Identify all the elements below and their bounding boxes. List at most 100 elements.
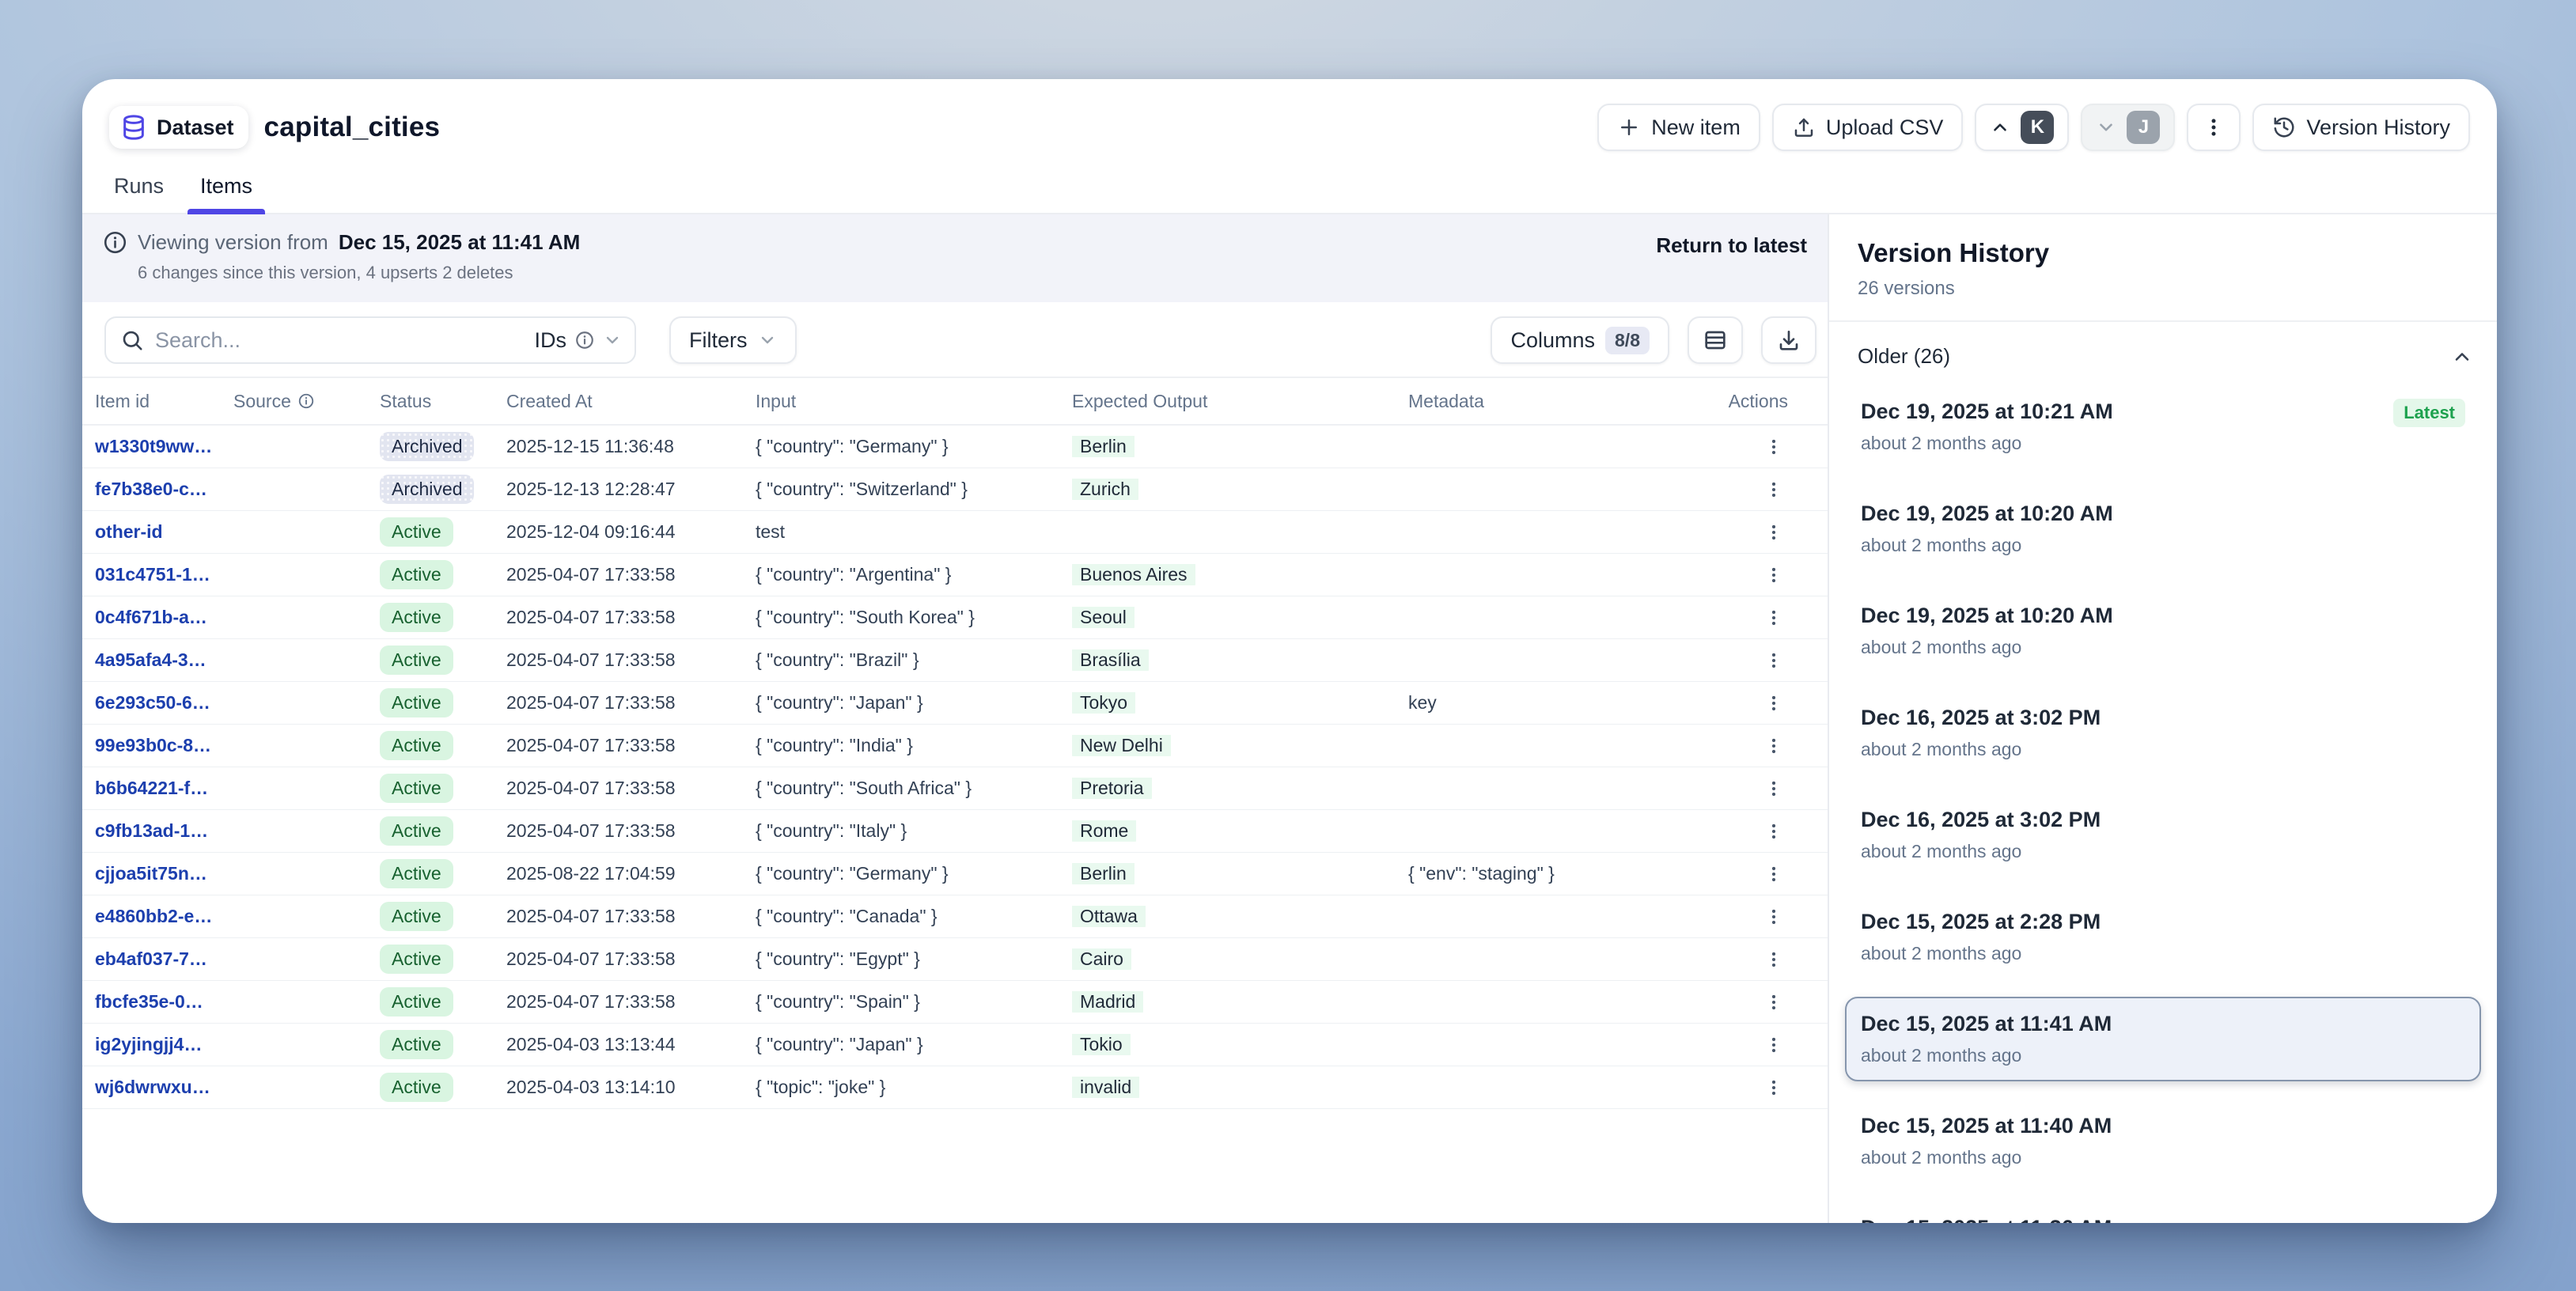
- table-row[interactable]: c9fb13ad-18ff... Active 2025-04-07 17:33…: [82, 810, 1828, 853]
- item-id-link[interactable]: 0c4f671b-ac5...: [95, 607, 222, 628]
- version-list-item[interactable]: Dec 15, 2025 at 11:41 AM about 2 months …: [1845, 997, 2481, 1081]
- version-date: Dec 16, 2025 at 3:02 PM: [1861, 706, 2465, 730]
- row-layout-button[interactable]: [1688, 316, 1743, 364]
- version-list-item[interactable]: Dec 16, 2025 at 3:02 PM about 2 months a…: [1845, 793, 2481, 877]
- item-id-link[interactable]: ig2yjingjj4hql...: [95, 1034, 222, 1055]
- window-header: Dataset capital_cities New item Upload C…: [82, 79, 2497, 155]
- item-id-link[interactable]: wj6dwrwxu6j...: [95, 1077, 222, 1098]
- upload-csv-button[interactable]: Upload CSV: [1772, 104, 1964, 151]
- table-row[interactable]: fe7b38e0-ca4... Archived 2025-12-13 12:2…: [82, 468, 1828, 511]
- kebab-menu-icon: [1763, 992, 1784, 1013]
- table-row[interactable]: 031c4751-13... Active 2025-04-07 17:33:5…: [82, 554, 1828, 596]
- version-relative-time: about 2 months ago: [1861, 943, 2465, 964]
- version-list-item[interactable]: Dec 15, 2025 at 11:40 AM about 2 months …: [1845, 1099, 2481, 1183]
- table-row[interactable]: cjjoa5it75n3jr... Active 2025-08-22 17:0…: [82, 853, 1828, 895]
- version-history-button[interactable]: Version History: [2252, 104, 2470, 151]
- item-id-link[interactable]: fe7b38e0-ca4...: [95, 479, 222, 500]
- item-id-link[interactable]: e4860bb2-e4...: [95, 906, 222, 927]
- row-actions-button[interactable]: [1753, 899, 1794, 934]
- table-row[interactable]: other-id Active 2025-12-04 09:16:44 test: [82, 511, 1828, 554]
- table-row[interactable]: w1330t9ww1a... Archived 2025-12-15 11:36…: [82, 426, 1828, 468]
- version-list-item[interactable]: Dec 15, 2025 at 2:28 PM about 2 months a…: [1845, 895, 2481, 979]
- row-actions-button[interactable]: [1753, 985, 1794, 1020]
- version-list-item[interactable]: Dec 19, 2025 at 10:20 AM about 2 months …: [1845, 589, 2481, 673]
- kebab-menu-icon: [1763, 736, 1784, 756]
- tab-items[interactable]: Items: [199, 166, 254, 213]
- item-id-link[interactable]: cjjoa5it75n3jr...: [95, 863, 222, 884]
- status-badge: Active: [380, 859, 453, 888]
- created-at-cell: 2025-12-13 12:28:47: [506, 479, 756, 500]
- row-actions-button[interactable]: [1753, 430, 1794, 464]
- item-id-link[interactable]: c9fb13ad-18ff...: [95, 820, 222, 842]
- table-row[interactable]: wj6dwrwxu6j... Active 2025-04-03 13:14:1…: [82, 1066, 1828, 1109]
- history-icon: [2272, 115, 2296, 139]
- dataset-pill: Dataset: [109, 106, 248, 149]
- tab-runs[interactable]: Runs: [112, 166, 165, 213]
- row-actions-button[interactable]: [1753, 729, 1794, 763]
- row-actions-button[interactable]: [1753, 643, 1794, 678]
- row-actions-button[interactable]: [1753, 558, 1794, 592]
- row-actions-button[interactable]: [1753, 600, 1794, 635]
- columns-button[interactable]: Columns 8/8: [1491, 316, 1669, 364]
- return-to-latest-link[interactable]: Return to latest: [1656, 233, 1807, 258]
- version-list-item[interactable]: Dec 15, 2025 at 11:36 AM about 2 months …: [1845, 1201, 2481, 1223]
- item-id-link[interactable]: fbcfe35e-0c8...: [95, 991, 222, 1013]
- row-actions-button[interactable]: [1753, 1028, 1794, 1062]
- row-actions-button[interactable]: [1753, 857, 1794, 892]
- older-group-toggle[interactable]: Older (26): [1829, 322, 2497, 375]
- table-row[interactable]: eb4af037-791... Active 2025-04-07 17:33:…: [82, 938, 1828, 981]
- version-list-item[interactable]: Dec 19, 2025 at 10:20 AM about 2 months …: [1845, 486, 2481, 571]
- kebab-menu-icon: [1763, 693, 1784, 714]
- user-k-button[interactable]: K: [1975, 104, 2069, 151]
- new-item-button[interactable]: New item: [1597, 104, 1760, 151]
- item-id-link[interactable]: 6e293c50-6b...: [95, 692, 222, 714]
- filters-chevron-down-icon: [758, 331, 777, 350]
- table-row[interactable]: 4a95afa4-3b... Active 2025-04-07 17:33:5…: [82, 639, 1828, 682]
- expected-output-value: invalid: [1072, 1077, 1139, 1098]
- row-actions-button[interactable]: [1753, 472, 1794, 507]
- column-header-metadata: Metadata: [1408, 391, 1725, 412]
- item-id-link[interactable]: eb4af037-791...: [95, 948, 222, 970]
- version-date: Dec 19, 2025 at 10:20 AM: [1861, 502, 2465, 526]
- table-row[interactable]: ig2yjingjj4hql... Active 2025-04-03 13:1…: [82, 1024, 1828, 1066]
- table-row[interactable]: e4860bb2-e4... Active 2025-04-07 17:33:5…: [82, 895, 1828, 938]
- row-actions-button[interactable]: [1753, 771, 1794, 806]
- created-at-cell: 2025-12-04 09:16:44: [506, 521, 756, 543]
- item-id-link[interactable]: 4a95afa4-3b...: [95, 649, 222, 671]
- item-id-link[interactable]: 031c4751-13...: [95, 564, 222, 585]
- created-at-cell: 2025-04-07 17:33:58: [506, 991, 756, 1013]
- version-list-item[interactable]: Dec 16, 2025 at 3:02 PM about 2 months a…: [1845, 691, 2481, 775]
- ids-label: IDs: [535, 328, 567, 353]
- user-j-button[interactable]: J: [2081, 104, 2175, 151]
- row-actions-button[interactable]: [1753, 515, 1794, 550]
- table-row[interactable]: 99e93b0c-88... Active 2025-04-07 17:33:5…: [82, 725, 1828, 767]
- item-id-link[interactable]: w1330t9ww1a...: [95, 436, 222, 457]
- version-list: Dec 19, 2025 at 10:21 AM about 2 months …: [1829, 375, 2497, 1223]
- version-history-panel: Version History 26 versions Older (26) D…: [1828, 214, 2497, 1223]
- row-actions-button[interactable]: [1753, 686, 1794, 721]
- status-badge: Active: [380, 646, 453, 675]
- search-box[interactable]: IDs: [104, 316, 636, 364]
- table-row[interactable]: b6b64221-f9... Active 2025-04-07 17:33:5…: [82, 767, 1828, 810]
- item-id-link[interactable]: 99e93b0c-88...: [95, 735, 222, 756]
- row-actions-button[interactable]: [1753, 814, 1794, 849]
- table-row[interactable]: fbcfe35e-0c8... Active 2025-04-07 17:33:…: [82, 981, 1828, 1024]
- item-id-link[interactable]: b6b64221-f9...: [95, 778, 222, 799]
- status-badge: Active: [380, 1073, 453, 1102]
- upload-icon: [1792, 115, 1816, 139]
- page-title: capital_cities: [264, 112, 441, 143]
- row-actions-button[interactable]: [1753, 1070, 1794, 1105]
- version-relative-time: about 2 months ago: [1861, 535, 2465, 556]
- table-row[interactable]: 6e293c50-6b... Active 2025-04-07 17:33:5…: [82, 682, 1828, 725]
- row-actions-button[interactable]: [1753, 942, 1794, 977]
- version-list-item[interactable]: Dec 19, 2025 at 10:21 AM about 2 months …: [1845, 384, 2481, 469]
- table-row[interactable]: 0c4f671b-ac5... Active 2025-04-07 17:33:…: [82, 596, 1828, 639]
- download-button[interactable]: [1761, 316, 1816, 364]
- input-cell: { "country": "South Africa" }: [756, 778, 1072, 799]
- more-options-button[interactable]: [2187, 104, 2241, 151]
- filters-button[interactable]: Filters: [669, 316, 797, 364]
- search-input[interactable]: [155, 328, 524, 353]
- ids-dropdown[interactable]: IDs: [535, 328, 623, 353]
- expected-output-value: Ottawa: [1072, 906, 1146, 927]
- item-id-link[interactable]: other-id: [95, 521, 222, 543]
